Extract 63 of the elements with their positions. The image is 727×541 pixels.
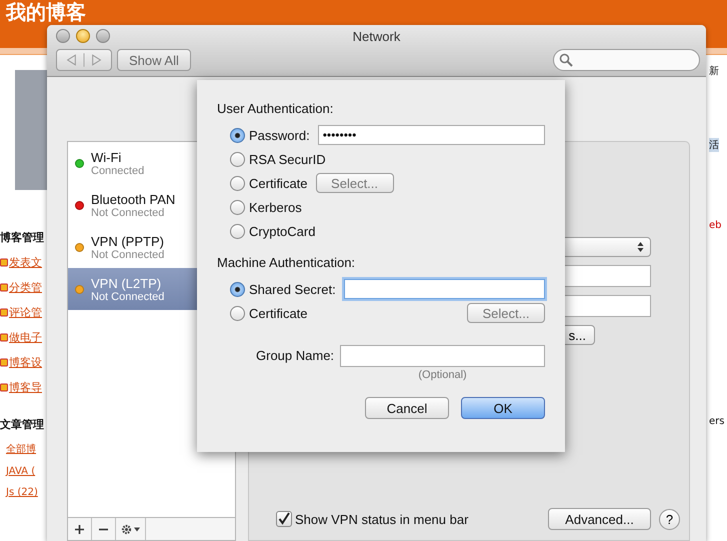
option-label: Password:: [249, 128, 310, 142]
up-down-arrows-icon: [637, 241, 644, 253]
password-field[interactable]: ••••••••: [318, 125, 545, 145]
radio-button[interactable]: [230, 306, 245, 320]
back-forward-control[interactable]: [56, 49, 112, 71]
service-status: Not Connected: [91, 206, 166, 218]
optional-hint: (Optional): [418, 369, 467, 381]
service-name: Bluetooth PAN: [91, 192, 176, 206]
close-button[interactable]: [56, 29, 70, 43]
search-icon: [559, 53, 573, 67]
service-status: Not Connected: [91, 248, 164, 260]
group-name-field[interactable]: [340, 345, 545, 367]
radio-button[interactable]: [230, 200, 245, 214]
section-heading: 文章管理: [0, 417, 45, 432]
blog-link[interactable]: JAVA (: [6, 466, 36, 477]
service-status: Not Connected: [91, 290, 164, 302]
page-text-fragment: 新: [709, 64, 719, 78]
radio-button[interactable]: [230, 176, 245, 190]
search-field[interactable]: [553, 49, 700, 71]
cancel-button[interactable]: Cancel: [365, 397, 449, 419]
field-label: Group Name:: [256, 347, 334, 365]
zoom-button[interactable]: [96, 29, 110, 43]
help-button[interactable]: ?: [659, 508, 680, 530]
page-text-fragment: 活: [709, 138, 719, 152]
service-name: Wi-Fi: [91, 150, 122, 164]
radio-button[interactable]: [230, 224, 245, 238]
service-name: VPN (L2TP): [91, 276, 162, 290]
blog-link[interactable]: 博客导: [9, 380, 42, 395]
select-button[interactable]: Select...: [467, 303, 545, 323]
show-all-button[interactable]: Show All: [117, 49, 191, 71]
option-label: CryptoCard: [249, 224, 316, 238]
page-text-fragment: ers: [709, 416, 724, 427]
section-heading: 博客管理: [0, 230, 45, 245]
blog-link[interactable]: 分类管: [9, 280, 42, 295]
option-label: Certificate: [249, 306, 308, 320]
window-title: Network: [352, 29, 402, 44]
blog-link[interactable]: Js (22): [6, 487, 38, 498]
option-label: Shared Secret:: [249, 282, 336, 296]
ok-button[interactable]: OK: [461, 397, 545, 419]
select-button[interactable]: Select...: [316, 173, 394, 193]
minimize-button[interactable]: [76, 29, 90, 43]
blog-title: 我的博客: [6, 0, 86, 24]
plus-icon: [75, 524, 84, 534]
blog-link[interactable]: 全部博: [6, 442, 36, 456]
shared-secret-field[interactable]: [344, 279, 545, 299]
blog-link[interactable]: 做电子: [9, 330, 42, 345]
gear-icon: [120, 524, 140, 534]
checkbox[interactable]: [276, 511, 292, 527]
service-name: VPN (PPTP): [91, 234, 164, 248]
blog-link[interactable]: 发表文: [9, 255, 42, 270]
option-label: Certificate: [249, 176, 308, 190]
advanced-button[interactable]: Advanced...: [548, 508, 651, 530]
radio-button[interactable]: [230, 282, 245, 296]
option-label: RSA SecurID: [249, 152, 326, 166]
option-label: Kerberos: [249, 200, 302, 214]
service-status: Connected: [91, 164, 144, 176]
radio-button[interactable]: [230, 128, 245, 142]
page-text-fragment: eb: [709, 220, 722, 231]
checkbox-label: Show VPN status in menu bar: [295, 512, 468, 526]
blog-link[interactable]: 博客设: [9, 355, 42, 370]
blog-link[interactable]: 评论管: [9, 305, 42, 320]
section-heading: User Authentication:: [217, 101, 334, 118]
radio-button[interactable]: [230, 152, 245, 166]
